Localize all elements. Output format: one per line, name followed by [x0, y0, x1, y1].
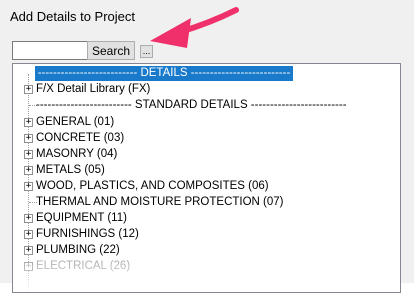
tree-item-label: MASONRY (04): [36, 148, 118, 160]
plus-box-icon[interactable]: +: [24, 214, 33, 223]
search-button[interactable]: Search: [87, 41, 135, 60]
plus-box-icon[interactable]: +: [24, 150, 33, 159]
tree-item-label: PLUMBING (22): [36, 244, 120, 256]
browse-button[interactable]: ...: [140, 45, 153, 58]
tree-item-label: ELECTRICAL (26): [36, 260, 131, 272]
tree-item-label: CONCRETE (03): [36, 132, 125, 144]
tree-item-label: WOOD, PLASTICS, AND COMPOSITES (06): [36, 180, 269, 192]
search-input[interactable]: [12, 41, 88, 60]
add-details-dialog: Add Details to Project Search ... ------…: [0, 0, 414, 293]
tree-item-label: GENERAL (01): [36, 116, 115, 128]
tree-item-label: ------------------------- STANDARD DETAI…: [36, 99, 347, 111]
plus-box-icon[interactable]: +: [24, 85, 33, 94]
tree-item-label: METALS (05): [36, 164, 105, 176]
plus-box-icon[interactable]: +: [24, 262, 33, 271]
plus-box-icon[interactable]: +: [24, 182, 33, 191]
plus-box-icon[interactable]: +: [24, 246, 33, 255]
tree-item-label: THERMAL AND MOISTURE PROTECTION (07): [36, 196, 284, 208]
plus-box-icon[interactable]: +: [24, 134, 33, 143]
tree-item-label: F/X Detail Library (FX): [36, 83, 151, 95]
tree-item-label: FURNISHINGS (12): [36, 228, 139, 240]
plus-box-icon[interactable]: +: [24, 166, 33, 175]
plus-box-icon[interactable]: +: [24, 230, 33, 239]
tree-item-label: -------------------------- DETAILS -----…: [35, 66, 293, 81]
tree-item-label: EQUIPMENT (11): [36, 212, 127, 224]
plus-box-icon[interactable]: +: [24, 118, 33, 127]
detail-tree[interactable]: -------------------------- DETAILS -----…: [12, 63, 401, 293]
dialog-title: Add Details to Project: [10, 9, 136, 24]
